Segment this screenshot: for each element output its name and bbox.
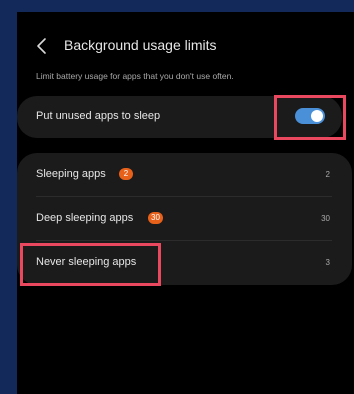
sleeping-apps-count: 2	[325, 170, 330, 179]
app-header: Background usage limits	[17, 24, 354, 68]
deep-sleeping-apps-count: 30	[321, 214, 330, 223]
chevron-left-icon[interactable]	[35, 37, 49, 55]
sleeping-apps-badge: 2	[119, 168, 133, 180]
sleep-toggle-label: Put unused apps to sleep	[36, 110, 161, 122]
sleeping-apps-label: Sleeping apps	[36, 168, 106, 180]
toggle-highlight-box	[274, 95, 346, 140]
never-sleeping-highlight-box	[20, 243, 161, 286]
deep-sleeping-apps-row[interactable]: Deep sleeping apps 30 30	[17, 197, 352, 241]
deep-sleeping-apps-label: Deep sleeping apps	[36, 212, 134, 224]
never-sleeping-apps-count: 3	[325, 258, 330, 267]
page-title: Background usage limits	[64, 37, 217, 53]
deep-sleeping-apps-badge: 30	[148, 212, 163, 224]
page-description: Limit battery usage for apps that you do…	[36, 71, 234, 81]
sleeping-apps-row[interactable]: Sleeping apps 2 2	[17, 153, 352, 197]
